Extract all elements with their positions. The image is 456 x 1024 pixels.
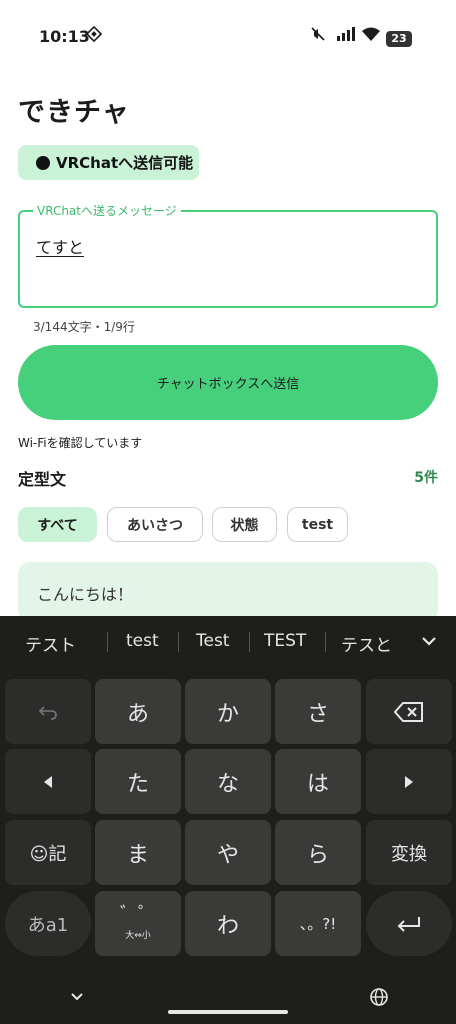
suggestion-divider [325, 632, 326, 652]
hide-keyboard-icon[interactable] [68, 988, 86, 1007]
key-ta[interactable]: た [95, 749, 181, 814]
signal-icon [336, 26, 356, 46]
suggestion-divider [249, 632, 250, 652]
ime-keyboard: テスト test Test TEST テスと あ か さ た な は ☺記 ま … [0, 616, 456, 1024]
convert-key[interactable]: 変換 [366, 820, 452, 885]
character-counter: 3/144文字・1/9行 [33, 320, 135, 334]
template-item-text: こんにちは！ [37, 585, 134, 604]
wifi-status-text: Wi-Fiを確認しています [18, 436, 143, 450]
key-ma[interactable]: ま [95, 820, 181, 885]
dakuten-label: ゛゜ [120, 904, 156, 925]
key-ya[interactable]: や [185, 820, 271, 885]
status-dot-icon [36, 155, 50, 170]
send-to-chatbox-button[interactable]: チャットボックスへ送信 [18, 345, 438, 420]
connection-status-chip: VRChatへ送信可能 [18, 145, 199, 180]
key-ra[interactable]: ら [275, 820, 361, 885]
key-ha[interactable]: は [275, 749, 361, 814]
key-na[interactable]: な [185, 749, 271, 814]
backspace-icon [394, 701, 423, 722]
battery-level: 23 [386, 30, 412, 47]
emoji-symbol-key[interactable]: ☺記 [5, 820, 91, 885]
navigation-bar [0, 956, 456, 1024]
filter-chip-test[interactable]: test [287, 507, 348, 542]
suggestion-divider [107, 632, 108, 652]
dakuten-key[interactable]: ゛゜ 大⇔小 [95, 891, 181, 956]
input-mode-key[interactable]: あa1 [5, 891, 91, 956]
mute-icon [310, 26, 326, 46]
cursor-left-key[interactable] [5, 749, 91, 814]
undo-key[interactable] [5, 679, 91, 744]
undo-icon [38, 705, 57, 720]
templates-title: 定型文 [18, 470, 67, 489]
filter-chip-status[interactable]: 状態 [212, 507, 277, 542]
message-input-value[interactable]: てすと [36, 234, 84, 258]
templates-count: 5件 [414, 470, 438, 486]
key-wa[interactable]: わ [185, 891, 271, 956]
suggestion-item[interactable]: テスと [341, 631, 392, 656]
clock: 10:13 [39, 27, 90, 46]
message-input-label: VRChatへ送るメッセージ [33, 202, 181, 219]
suggestion-item[interactable]: TEST [264, 631, 306, 651]
key-ka[interactable]: か [185, 679, 271, 744]
app-title: できチャ [18, 97, 130, 128]
battery-icon: 23 [386, 27, 412, 47]
suggestion-item[interactable]: test [126, 631, 159, 651]
punctuation-key[interactable]: 、。?! [275, 891, 361, 956]
message-input[interactable]: VRChatへ送るメッセージ てすと [18, 202, 438, 308]
filter-chip-greetings[interactable]: あいさつ [107, 507, 203, 542]
suggestion-bar: テスト test Test TEST テスと [0, 616, 456, 668]
cursor-right-key[interactable] [366, 749, 452, 814]
globe-icon[interactable] [369, 987, 389, 1011]
expand-suggestions-icon[interactable] [420, 633, 438, 652]
arrow-left-icon [44, 775, 52, 788]
enter-key[interactable] [366, 891, 452, 956]
home-indicator[interactable] [168, 1010, 288, 1014]
key-sa[interactable]: さ [275, 679, 361, 744]
backspace-key[interactable] [366, 679, 452, 744]
notification-icon [85, 25, 103, 46]
dakuten-sub-label: 大⇔小 [125, 931, 151, 941]
enter-icon [397, 916, 420, 932]
suggestion-divider [178, 632, 179, 652]
template-item[interactable]: こんにちは！ [18, 562, 438, 622]
connection-status-label: VRChatへ送信可能 [56, 154, 194, 172]
arrow-right-icon [405, 775, 413, 788]
status-bar: 10:13 23 [0, 0, 456, 74]
key-a[interactable]: あ [95, 679, 181, 744]
suggestion-item[interactable]: テスト [25, 631, 76, 656]
suggestion-item[interactable]: Test [196, 631, 229, 651]
filter-chip-all[interactable]: すべて [18, 507, 97, 542]
wifi-icon [361, 26, 381, 46]
